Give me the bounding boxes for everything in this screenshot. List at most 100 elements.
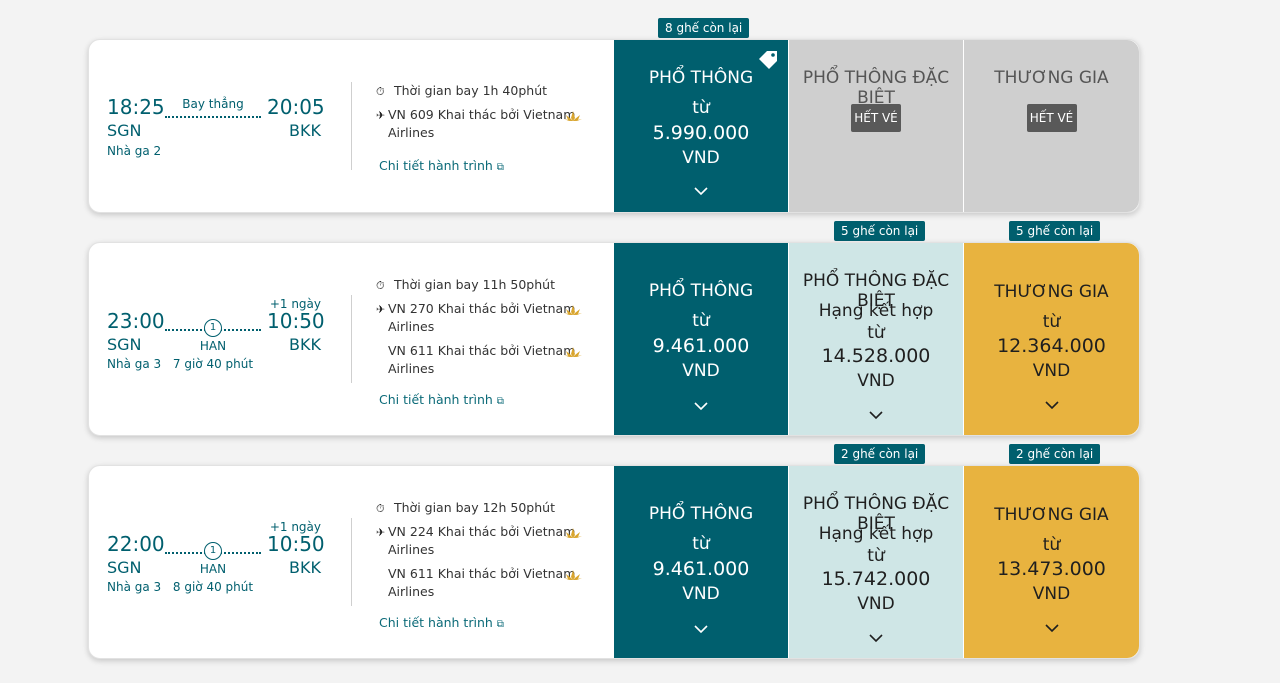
arrival-time: 20:05 (267, 95, 325, 119)
vietnam-airlines-logo-icon (564, 528, 582, 538)
fare-premium-economy[interactable]: PHỔ THÔNG ĐẶC BIỆT Hạng kết hợp từ 15.74… (789, 466, 963, 658)
plane-icon: ✈ (376, 109, 386, 122)
sold-out-badge: HẾT VÉ (1026, 104, 1077, 132)
departure-terminal: Nhà ga 2 (107, 144, 162, 158)
fare-from: từ (1042, 312, 1061, 332)
chevron-down-icon (694, 402, 708, 411)
fare-from: từ (867, 323, 885, 343)
fare-currency: VND (1032, 361, 1071, 381)
itinerary-details-label: Chi tiết hành trình (379, 392, 493, 407)
fare-currency: VND (682, 584, 720, 604)
stop-count-icon: 1 (204, 319, 222, 337)
segment-flight: VN 611 Khai thác bởi Vietnam (388, 566, 576, 581)
fare-from: từ (692, 98, 710, 118)
external-link-icon: ⧉ (496, 396, 504, 407)
fare-price: 9.461.000 (652, 558, 750, 580)
segment-airline: Airlines (388, 125, 435, 140)
fare-title: PHỔ THÔNG (648, 281, 754, 301)
vietnam-airlines-logo-icon (564, 305, 582, 315)
chevron-down-icon (694, 625, 708, 634)
seats-left-badge: 5 ghế còn lại (1009, 221, 1101, 241)
itinerary-details-link[interactable]: Chi tiết hành trình ⧉ (379, 615, 504, 630)
segment-flight: VN 224 Khai thác bởi Vietnam (388, 524, 576, 539)
arrival-airport: BKK (289, 121, 321, 140)
fare-economy[interactable]: PHỔ THÔNG từ 9.461.000 VND (614, 466, 788, 658)
fare-from: từ (1042, 535, 1061, 555)
itinerary-details-label: Chi tiết hành trình (379, 158, 493, 173)
departure-terminal: Nhà ga 3 (107, 580, 162, 594)
chevron-down-icon (694, 187, 708, 196)
fare-title: PHỔ THÔNG ĐẶC BIỆT (802, 68, 950, 108)
flight-duration: Thời gian bay 11h 50phút (394, 277, 555, 292)
arrival-airport: BKK (289, 558, 321, 577)
fare-price: 9.461.000 (652, 335, 750, 357)
fare-title: THƯƠNG GIA (994, 282, 1109, 302)
departure-terminal: Nhà ga 3 (107, 357, 162, 371)
segment-airline: Airlines (388, 584, 435, 599)
fare-business[interactable]: THƯƠNG GIA từ 12.364.000 VND (964, 243, 1139, 435)
fare-currency: VND (857, 594, 895, 614)
segment-airline: Airlines (388, 542, 435, 557)
fare-price: 14.528.000 (821, 345, 931, 367)
chevron-down-icon (869, 634, 883, 643)
chevron-down-icon (1044, 624, 1059, 633)
segment-flight: VN 609 Khai thác bởi Vietnam (388, 107, 576, 122)
fare-economy[interactable]: PHỔ THÔNG từ 5.990.000 VND (614, 40, 788, 212)
segment-flight: VN 270 Khai thác bởi Vietnam (388, 301, 576, 316)
fare-from: từ (867, 546, 885, 566)
layover-duration: 8 giờ 40 phút (172, 580, 254, 594)
itinerary-details-link[interactable]: Chi tiết hành trình ⧉ (379, 158, 504, 173)
stop-airport: HAN (199, 562, 227, 576)
fare-currency: VND (682, 361, 720, 381)
flight-info: 22:00 SGN Nhà ga 3 1 HAN 8 giờ 40 phút +… (89, 466, 614, 658)
segment-airline: Airlines (388, 361, 435, 376)
seats-left-badge: 5 ghế còn lại (834, 221, 926, 241)
fare-title: THƯƠNG GIA (994, 505, 1109, 525)
divider (351, 295, 352, 383)
fare-price: 13.473.000 (997, 558, 1106, 580)
fare-subtitle: Hạng kết hợp (818, 524, 934, 544)
fare-price: 5.990.000 (652, 122, 750, 144)
fare-from: từ (692, 311, 710, 331)
fare-economy[interactable]: PHỔ THÔNG từ 9.461.000 VND (614, 243, 788, 435)
departure-airport: SGN (107, 335, 142, 354)
flight-card: 22:00 SGN Nhà ga 3 1 HAN 8 giờ 40 phút +… (88, 465, 1140, 659)
fare-business: THƯƠNG GIA HẾT VÉ (964, 40, 1139, 212)
arrival-time: 10:50 (267, 309, 325, 333)
itinerary-details-link[interactable]: Chi tiết hành trình ⧉ (379, 392, 504, 407)
fare-title: PHỔ THÔNG (648, 68, 754, 88)
segment-airline: Airlines (388, 319, 435, 334)
route-type-label: Bay thẳng (182, 97, 244, 111)
fare-business[interactable]: THƯƠNG GIA từ 13.473.000 VND (964, 466, 1139, 658)
fare-title: THƯƠNG GIA (994, 68, 1109, 88)
route-line (165, 116, 261, 118)
departure-time: 18:25 (107, 95, 165, 119)
fare-currency: VND (682, 148, 720, 168)
departure-airport: SGN (107, 558, 142, 577)
chevron-down-icon (869, 411, 883, 420)
seats-left-badge: 2 ghế còn lại (834, 444, 926, 464)
vietnam-airlines-logo-icon (564, 111, 582, 121)
layover-duration: 7 giờ 40 phút (172, 357, 254, 371)
vietnam-airlines-logo-icon (564, 347, 582, 357)
flight-info: 18:25 SGN Nhà ga 2 Bay thẳng 20:05 BKK ⏱… (89, 40, 614, 212)
fare-premium-economy[interactable]: PHỔ THÔNG ĐẶC BIỆT Hạng kết hợp từ 14.52… (789, 243, 963, 435)
stop-count-icon: 1 (204, 542, 222, 560)
external-link-icon: ⧉ (496, 619, 504, 630)
plane-icon: ✈ (376, 303, 386, 316)
arrival-time: 10:50 (267, 532, 325, 556)
departure-time: 23:00 (107, 309, 165, 333)
fare-currency: VND (857, 371, 895, 391)
fare-currency: VND (1032, 584, 1071, 604)
fare-title: PHỔ THÔNG (648, 504, 754, 524)
fare-premium-economy: PHỔ THÔNG ĐẶC BIỆT HẾT VÉ (789, 40, 963, 212)
departure-airport: SGN (107, 121, 142, 140)
chevron-down-icon (1044, 401, 1059, 410)
clock-icon: ⏱ (376, 85, 385, 98)
segment-flight: VN 611 Khai thác bởi Vietnam (388, 343, 576, 358)
vietnam-airlines-logo-icon (564, 570, 582, 580)
stop-airport: HAN (199, 339, 227, 353)
fare-price: 12.364.000 (997, 335, 1106, 357)
divider (351, 82, 352, 170)
plane-icon: ✈ (376, 526, 386, 539)
